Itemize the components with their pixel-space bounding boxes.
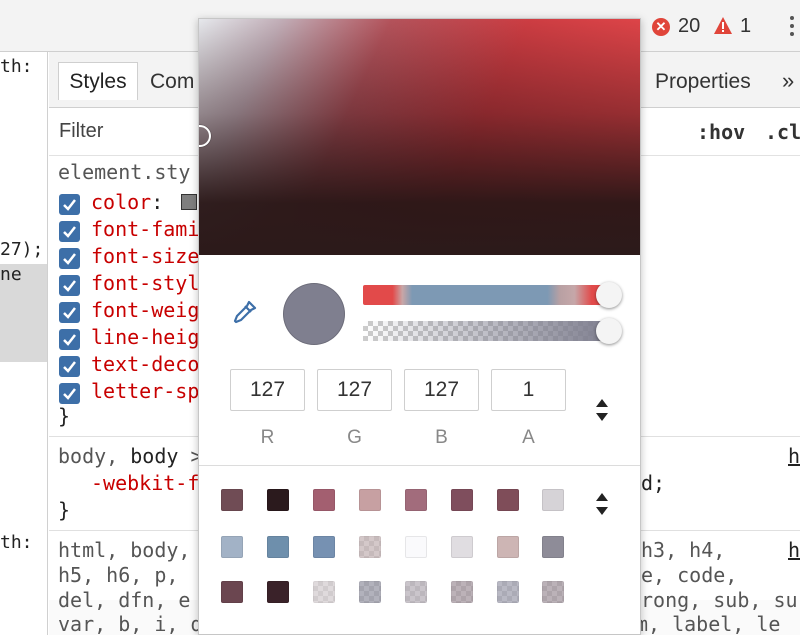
dom-tree-panel: th: 27); ne th: [0, 52, 48, 635]
property-checkbox[interactable] [59, 329, 80, 350]
error-icon[interactable]: ✕ [652, 18, 670, 36]
palette-swatch[interactable] [313, 536, 335, 558]
tab-properties[interactable]: Properties [655, 70, 751, 94]
palette-swatch[interactable] [221, 536, 243, 558]
property-name[interactable]: letter-sp [91, 379, 199, 403]
more-tabs-icon[interactable]: » [782, 68, 794, 94]
alpha-slider[interactable] [363, 321, 609, 341]
rule-close-brace: } [58, 498, 71, 522]
html-rule-selector-tail[interactable]: e, code, [641, 563, 737, 587]
green-input[interactable]: 127 [317, 369, 392, 411]
palette-divider [199, 465, 640, 466]
property-checkbox[interactable] [59, 248, 80, 269]
dom-line: th: [0, 56, 33, 77]
property-name[interactable]: color: [91, 190, 163, 214]
property-name[interactable]: font-styl [91, 271, 199, 295]
palette-swatch[interactable] [267, 489, 289, 511]
palette-swatch[interactable] [542, 489, 564, 511]
hue-slider-thumb[interactable] [596, 282, 622, 308]
red-input[interactable]: 127 [230, 369, 305, 411]
palette-swatch[interactable] [405, 581, 427, 603]
source-link[interactable]: h [788, 538, 800, 562]
html-rule-selector[interactable]: html, body, [58, 538, 190, 562]
palette-switch-icon[interactable] [595, 491, 609, 517]
palette-swatch[interactable] [497, 581, 519, 603]
html-rule-selector[interactable]: del, dfn, e [58, 588, 190, 612]
color-swatch[interactable] [181, 194, 197, 210]
element-style-selector[interactable]: element.sty [58, 160, 190, 184]
palette-swatch[interactable] [405, 536, 427, 558]
color-picker-popover: 127 127 127 1 R G B A [198, 18, 641, 635]
red-label: R [260, 427, 275, 448]
palette-swatch[interactable] [359, 536, 381, 558]
palette-swatch[interactable] [313, 581, 335, 603]
source-link[interactable]: h [788, 444, 800, 468]
property-name[interactable]: font-weig [91, 298, 199, 322]
property-value-tail: d; [641, 471, 666, 495]
filter-input[interactable]: Filter [59, 120, 103, 143]
palette-swatch[interactable] [221, 489, 243, 511]
palette-swatch[interactable] [451, 581, 473, 603]
green-label: G [347, 427, 362, 448]
property-name[interactable]: font-size [91, 244, 199, 268]
property-name[interactable]: text-deco [91, 352, 199, 376]
property-name[interactable]: font-fami [91, 217, 199, 241]
alpha-slider-thumb[interactable] [596, 318, 622, 344]
color-preview [283, 283, 345, 345]
property-checkbox[interactable] [59, 194, 80, 215]
palette-swatch[interactable] [267, 581, 289, 603]
palette-swatch[interactable] [451, 536, 473, 558]
palette-swatch[interactable] [313, 489, 335, 511]
property-checkbox[interactable] [59, 221, 80, 242]
palette-swatch[interactable] [497, 536, 519, 558]
alpha-label: A [522, 427, 535, 448]
tab-computed[interactable]: Com [150, 70, 194, 94]
property-checkbox[interactable] [59, 302, 80, 323]
error-count[interactable]: 20 [678, 15, 700, 38]
hover-state-button[interactable]: :hov [697, 120, 745, 144]
class-toggle-button[interactable]: .cl [765, 120, 800, 144]
dom-line: th: [0, 532, 33, 553]
palette-swatch[interactable] [451, 489, 473, 511]
palette-swatch[interactable] [542, 536, 564, 558]
eyedropper-icon[interactable] [230, 299, 258, 327]
color-format-toggle-icon[interactable] [595, 397, 609, 423]
property-checkbox[interactable] [59, 383, 80, 404]
html-rule-selector-tail[interactable]: h3, h4, [641, 538, 725, 562]
saturation-value-area[interactable] [199, 19, 640, 255]
property-name[interactable]: -webkit-f [91, 471, 199, 495]
palette-swatch[interactable] [542, 581, 564, 603]
palette-swatch[interactable] [359, 581, 381, 603]
dom-line: 27); [0, 239, 44, 260]
hue-slider[interactable] [363, 285, 609, 305]
palette-swatch[interactable] [359, 489, 381, 511]
property-name[interactable]: line-heig [91, 325, 199, 349]
html-rule-selector[interactable]: h5, h6, p, [58, 563, 178, 587]
palette-swatch[interactable] [497, 489, 519, 511]
property-checkbox[interactable] [59, 275, 80, 296]
property-checkbox[interactable] [59, 356, 80, 377]
html-rule-selector-tail[interactable]: rong, sub, su [641, 588, 798, 612]
blue-input[interactable]: 127 [404, 369, 479, 411]
warning-icon[interactable] [713, 16, 733, 36]
warning-count[interactable]: 1 [740, 15, 751, 38]
rule-close-brace: } [58, 404, 71, 428]
kebab-menu-icon[interactable] [790, 14, 796, 40]
palette-swatch[interactable] [221, 581, 243, 603]
alpha-input[interactable]: 1 [491, 369, 566, 411]
palette-swatch[interactable] [405, 489, 427, 511]
blue-label: B [435, 427, 448, 448]
body-rule-selector[interactable]: body, body > [58, 444, 203, 468]
palette-swatch[interactable] [267, 536, 289, 558]
tab-styles[interactable]: Styles [58, 62, 138, 100]
dom-line: ne [0, 264, 22, 285]
